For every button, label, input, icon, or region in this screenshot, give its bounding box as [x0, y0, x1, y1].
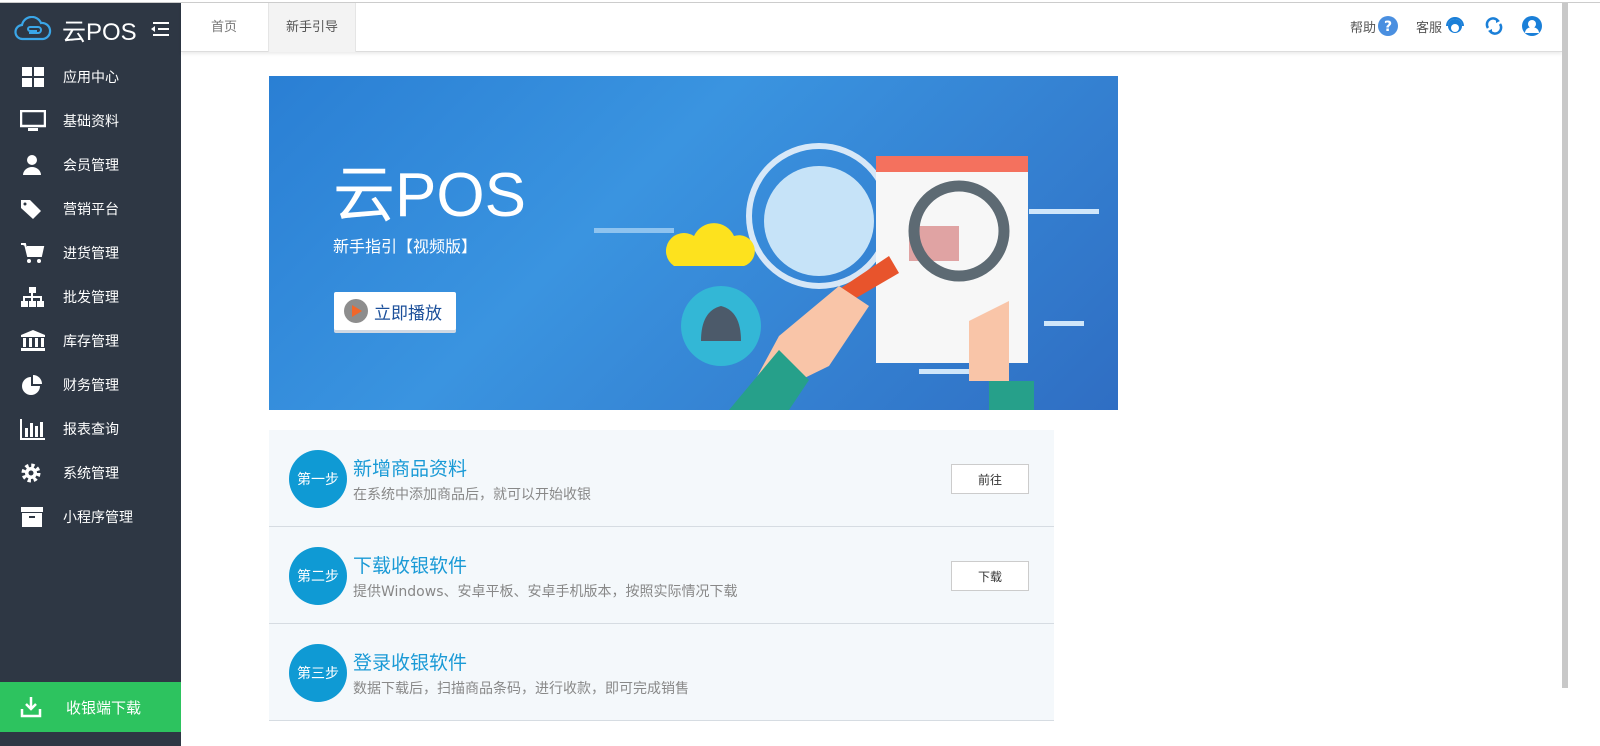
- banner-subtitle: 新手指引【视频版】: [333, 237, 478, 256]
- help-icon: ?: [1377, 16, 1398, 36]
- banner-illustration: [594, 143, 1099, 410]
- archive-icon: [21, 507, 43, 527]
- download-label: 收银端下载: [66, 698, 142, 717]
- sidebar-item-label: 进货管理: [63, 246, 119, 262]
- gear-icon: [21, 463, 41, 483]
- service-label: 客服: [1415, 20, 1442, 36]
- cart-icon: [21, 243, 45, 263]
- play-now-button[interactable]: 立即播放: [334, 292, 456, 330]
- sidebar-item-label: 系统管理: [63, 466, 119, 482]
- pie-chart-icon: [22, 375, 42, 395]
- refresh-button[interactable]: [1484, 16, 1504, 36]
- logo: 云POS: [0, 3, 181, 55]
- sidebar-item-label: 库存管理: [63, 334, 119, 350]
- sidebar-item-label: 报表查询: [63, 422, 119, 438]
- step-title: 新增商品资料: [353, 458, 468, 480]
- sidebar-item-label: 营销平台: [63, 202, 119, 218]
- help-label: 帮助: [1349, 20, 1376, 36]
- tab-beginner-guide[interactable]: 新手引导: [268, 3, 357, 52]
- step-badge: 第一步: [289, 450, 347, 508]
- sidebar-item-label: 财务管理: [63, 378, 119, 394]
- step-description: 数据下载后，扫描商品条码，进行收款，即可完成销售: [353, 681, 689, 697]
- play-icon: [344, 299, 368, 323]
- sidebar-item-reports[interactable]: 报表查询: [0, 407, 181, 451]
- sidebar-item-mini-program[interactable]: 小程序管理: [0, 495, 181, 539]
- sidebar-item-system[interactable]: 系统管理: [0, 451, 181, 495]
- sidebar-item-purchase[interactable]: 进货管理: [0, 231, 181, 275]
- sidebar-item-label: 基础资料: [63, 114, 119, 130]
- tab-home[interactable]: 首页: [194, 3, 254, 52]
- play-label: 立即播放: [374, 303, 442, 324]
- customer-service-button[interactable]: 客服: [1416, 15, 1466, 37]
- step-item: 第二步 下载收银软件 提供Windows、安卓平板、安卓手机版本，按照实际情况下…: [269, 527, 1054, 624]
- step-badge: 第三步: [289, 644, 347, 702]
- banner-title: 云POS: [333, 161, 526, 230]
- headset-icon: [1446, 17, 1464, 33]
- guide-banner[interactable]: 云POS 新手指引【视频版】 立即播放: [269, 76, 1118, 410]
- sidebar-item-marketing[interactable]: 营销平台: [0, 187, 181, 231]
- steps-list: 第一步 新增商品资料 在系统中添加商品后，就可以开始收银 前往 第二步 下载收银…: [269, 430, 1054, 721]
- help-button[interactable]: 帮助 ?: [1350, 16, 1398, 36]
- download-button[interactable]: 下载: [951, 561, 1029, 591]
- monitor-icon: [20, 110, 46, 131]
- bank-icon: [21, 330, 45, 351]
- download-client-button[interactable]: 收银端下载: [0, 682, 181, 732]
- scrollbar[interactable]: [1562, 3, 1568, 688]
- grid-icon: [22, 67, 44, 87]
- tags-icon: [21, 200, 41, 219]
- step-description: 在系统中添加商品后，就可以开始收银: [353, 487, 591, 503]
- sitemap-icon: [21, 287, 44, 307]
- step-description: 提供Windows、安卓平板、安卓手机版本，按照实际情况下载: [353, 584, 738, 600]
- go-button[interactable]: 前往: [951, 464, 1029, 494]
- top-header: 首页 新手引导 帮助 ? 客服: [181, 3, 1562, 52]
- sidebar-item-label: 批发管理: [63, 290, 119, 306]
- app-name: 云POS: [62, 18, 137, 46]
- sidebar-item-app-center[interactable]: 应用中心: [0, 55, 181, 99]
- bar-chart-icon: [20, 419, 45, 440]
- sidebar-item-label: 会员管理: [63, 158, 119, 174]
- step-item: 第一步 新增商品资料 在系统中添加商品后，就可以开始收银 前往: [269, 430, 1054, 527]
- user-account-button[interactable]: [1522, 16, 1542, 36]
- user-avatar-icon: [1522, 16, 1542, 36]
- menu-collapse-icon[interactable]: [150, 21, 169, 37]
- sidebar-item-label: 小程序管理: [63, 510, 133, 526]
- step-badge: 第二步: [289, 547, 347, 605]
- user-icon: [23, 155, 41, 175]
- sidebar-item-inventory[interactable]: 库存管理: [0, 319, 181, 363]
- refresh-icon: [1485, 17, 1503, 35]
- step-title: 下载收银软件: [353, 555, 468, 577]
- sidebar-item-basic-data[interactable]: 基础资料: [0, 99, 181, 143]
- sidebar-item-label: 应用中心: [63, 70, 119, 86]
- cloud-logo-icon: [14, 16, 52, 41]
- step-item: 第三步 登录收银软件 数据下载后，扫描商品条码，进行收款，即可完成销售: [269, 624, 1054, 721]
- step-title: 登录收银软件: [353, 652, 468, 674]
- sidebar-item-wholesale[interactable]: 批发管理: [0, 275, 181, 319]
- svg-text:?: ?: [1384, 19, 1392, 35]
- sidebar-item-finance[interactable]: 财务管理: [0, 363, 181, 407]
- sidebar-item-members[interactable]: 会员管理: [0, 143, 181, 187]
- download-icon: [20, 697, 42, 718]
- sidebar: 云POS 应用中心 基础资料 会员管理 营销平台 进货管理 批发管理 库存管理 …: [0, 3, 181, 746]
